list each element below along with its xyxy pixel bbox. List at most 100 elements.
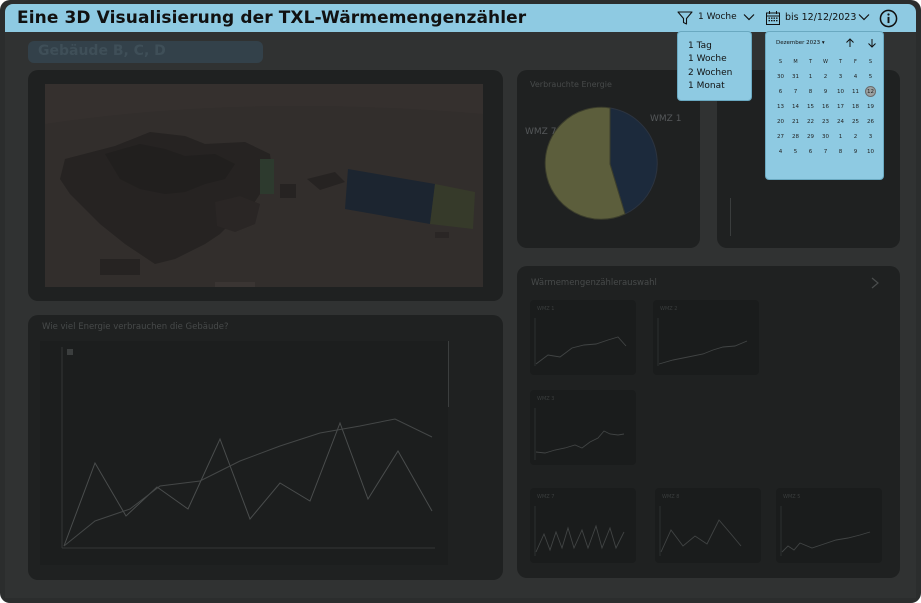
dropdown-option-2-wochen[interactable]: 2 Wochen [688,67,751,80]
header-bar: Eine 3D Visualisierung der TXL-Wärmemeng… [5,4,916,32]
calendar-day[interactable]: 2 [818,74,833,80]
calendar-day[interactable]: 3 [833,74,848,80]
calendar-day[interactable]: 10 [863,149,878,155]
date-picker-button[interactable]: bis 12/12/2023 [785,12,856,23]
calendar-weekday: S [778,58,783,65]
calendar-day[interactable]: 17 [833,104,848,110]
info-icon[interactable] [879,9,898,28]
calendar-week-row: 4 5 6 7 8 9 10 [773,144,878,159]
legend-swatch [67,349,73,355]
calendar-week-row: 6 7 8 9 10 11 12 [773,84,878,99]
calendar-day[interactable]: 7 [818,149,833,155]
calendar-day[interactable]: 30 [818,134,833,140]
usage-chart-card: Wie viel Energie verbrauchen die Gebäude… [28,315,503,580]
filter-icon[interactable] [677,10,693,26]
calendar-day[interactable]: 21 [788,119,803,125]
calendar-day[interactable]: 8 [833,149,848,155]
calendar-day[interactable]: 6 [803,149,818,155]
calendar-day[interactable]: 22 [803,119,818,125]
calendar-day[interactable]: 29 [803,134,818,140]
calendar-day[interactable]: 30 [773,74,788,80]
calendar-week-row: 30 31 1 2 3 4 5 [773,69,878,84]
pie-label-wmz1: WMZ 1 [650,114,682,124]
calendar-day[interactable]: 7 [788,89,803,95]
meter-tile-wmz3[interactable]: WMZ 3 [530,390,636,465]
calendar-week-row: 20 21 22 23 24 25 26 [773,114,878,129]
calendar-day[interactable]: 11 [848,89,863,95]
calendar-day[interactable]: 16 [818,104,833,110]
pie-label-wmz7: WMZ 7 [525,127,557,137]
arrow-down-icon[interactable] [867,38,877,48]
calendar-day[interactable]: 2 [848,134,863,140]
calendar-day[interactable]: 12 [865,86,876,97]
calendar-day[interactable]: 4 [848,74,863,80]
chevron-right-icon[interactable] [869,277,881,289]
calendar-grid: SMTWTFS 30 31 1 2 3 4 5 6 7 8 9 10 11 12 13 14 15 16 17 18 1… [773,54,878,159]
chevron-down-icon[interactable] [743,12,755,22]
calendar-day[interactable]: 5 [863,74,878,80]
series-line-a [63,421,433,547]
calendar-day[interactable]: 14 [788,104,803,110]
calendar-day[interactable]: 28 [788,134,803,140]
calendar-weekday-row: SMTWTFS [773,54,878,69]
calendar-day[interactable]: 20 [773,119,788,125]
calendar-day[interactable]: 25 [848,119,863,125]
calendar-week-row: 13 14 15 16 17 18 19 [773,99,878,114]
calendar-day[interactable]: 19 [863,104,878,110]
meter-tile-wmz2[interactable]: WMZ 2 [653,300,759,375]
arrow-up-icon[interactable] [845,38,855,48]
calendar-day[interactable]: 1 [803,74,818,80]
usage-chart-title: Wie viel Energie verbrauchen die Gebäude… [42,322,229,332]
usage-line-chart[interactable] [40,341,448,565]
calendar-weekday: F [854,58,857,65]
energy-pie-card: Verbrauchte Energie WMZ 7 WMZ 1 [517,70,700,248]
calendar-day[interactable]: 10 [833,89,848,95]
legend-scroll[interactable] [448,341,449,407]
meter-tile-wmz5[interactable]: WMZ 5 [776,488,882,563]
caret-down-icon: ▾ [821,40,825,46]
calendar-day[interactable]: 13 [773,104,788,110]
calendar-icon[interactable] [765,10,781,26]
calendar-day[interactable]: 15 [803,104,818,110]
calendar-day[interactable]: 9 [848,149,863,155]
chevron-down-icon[interactable] [858,12,870,22]
calendar-weekday: T [808,58,813,65]
calendar-day[interactable]: 31 [788,74,803,80]
calendar-day[interactable]: 3 [863,134,878,140]
calendar-weekday: S [868,58,873,65]
calendar-day[interactable]: 1 [833,134,848,140]
calendar-day[interactable]: 9 [818,89,833,95]
calendar-month-select[interactable]: Dezember 2023 ▾ [776,40,825,46]
dropdown-option-1-woche[interactable]: 1 Woche [688,53,751,66]
app-window: Eine 3D Visualisierung der TXL-Wärmemeng… [0,0,921,603]
calendar-day[interactable]: 5 [788,149,803,155]
date-picker-popup: Dezember 2023 ▾ SMTWTFS 30 31 1 2 3 4 5 6 7 8 9 10 1… [765,31,884,180]
calendar-day[interactable]: 4 [773,149,788,155]
time-range-dropdown: 1 Tag 1 Woche 2 Wochen 1 Monat [677,31,752,101]
calendar-week-row: 27 28 29 30 1 2 3 [773,129,878,144]
calendar-day[interactable]: 18 [848,104,863,110]
calendar-day[interactable]: 27 [773,134,788,140]
calendar-day[interactable]: 8 [803,89,818,95]
calendar-weekday: T [838,58,843,65]
series-line-b [63,418,433,547]
meter-tile-wmz7[interactable]: WMZ 7 [530,488,636,563]
time-range-select[interactable]: 1 Woche [698,12,737,22]
meter-selection-title: Wärmemengenzählerauswahl [531,278,657,288]
calendar-day[interactable]: 6 [773,89,788,95]
meter-tile-wmz1[interactable]: WMZ 1 [530,300,636,375]
page-title: Eine 3D Visualisierung der TXL-Wärmemeng… [17,8,527,28]
calendar-weekday: M [793,58,798,65]
energy-pie-chart [544,106,658,220]
calendar-weekday: W [823,58,828,65]
3d-map-render [45,84,483,287]
dropdown-option-1-monat[interactable]: 1 Monat [688,80,751,93]
calendar-day[interactable]: 26 [863,119,878,125]
meter-tile-wmz8[interactable]: WMZ 8 [655,488,761,563]
calendar-day[interactable]: 24 [833,119,848,125]
3d-scene[interactable] [45,84,483,287]
calendar-day[interactable]: 23 [818,119,833,125]
dropdown-option-1-tag[interactable]: 1 Tag [688,40,751,53]
building-title: Gebäude B, C, D [38,43,166,59]
scroll-line [730,198,731,236]
